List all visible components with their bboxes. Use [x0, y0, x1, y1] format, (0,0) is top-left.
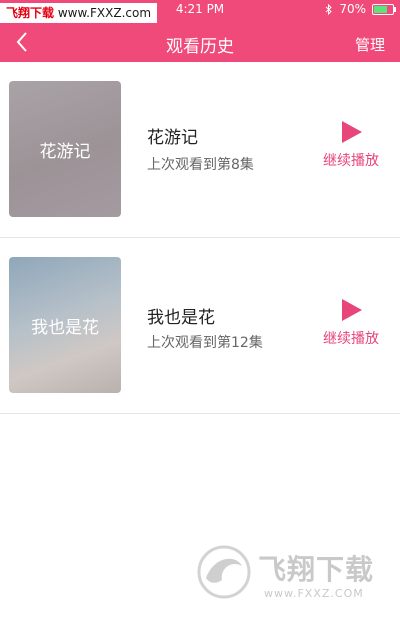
continue-play-label: 继续播放 [323, 331, 379, 347]
battery-level [374, 5, 387, 13]
status-bar: 飞翔下载 www.FXXZ.com 4:21 PM 70% [0, 0, 400, 23]
watermark-url-text: www.FXXZ.COM [264, 587, 364, 600]
cover-image[interactable]: 花游记 [9, 81, 121, 217]
continue-play-button[interactable]: 继续播放 [316, 298, 386, 348]
watch-progress: 上次观看到第12集 [147, 335, 263, 351]
continue-play-button[interactable]: 继续播放 [316, 120, 386, 170]
continue-play-label: 继续播放 [323, 153, 379, 169]
cover-image[interactable]: 我也是花 [9, 257, 121, 393]
cover-text: 我也是花 [31, 317, 99, 338]
history-item[interactable]: 花游记 花游记 上次观看到第8集 继续播放 [0, 62, 400, 238]
cover-text: 花游记 [39, 141, 91, 162]
watch-progress: 上次观看到第8集 [147, 157, 254, 173]
bluetooth-icon [325, 3, 333, 15]
page-title: 观看历史 [166, 37, 234, 57]
watermark-logo: 飞翔下载 www.FXXZ.COM [196, 544, 392, 606]
watermark-brand-text: 飞翔下载 [258, 553, 375, 586]
nav-bar: 飞翔下载 www.FXXZ.com 4:21 PM 70% 观看历史 管理 [0, 0, 400, 62]
battery-percent: 70% [339, 2, 366, 16]
battery-icon [372, 3, 396, 15]
watermark-swirl-icon [197, 545, 251, 599]
drama-title: 我也是花 [147, 308, 215, 328]
play-icon [342, 121, 362, 143]
history-item[interactable]: 我也是花 我也是花 上次观看到第12集 继续播放 [0, 238, 400, 414]
status-indicators: 70% [325, 2, 396, 16]
manage-button[interactable]: 管理 [355, 34, 385, 55]
play-icon [342, 299, 362, 321]
drama-title: 花游记 [147, 128, 198, 148]
